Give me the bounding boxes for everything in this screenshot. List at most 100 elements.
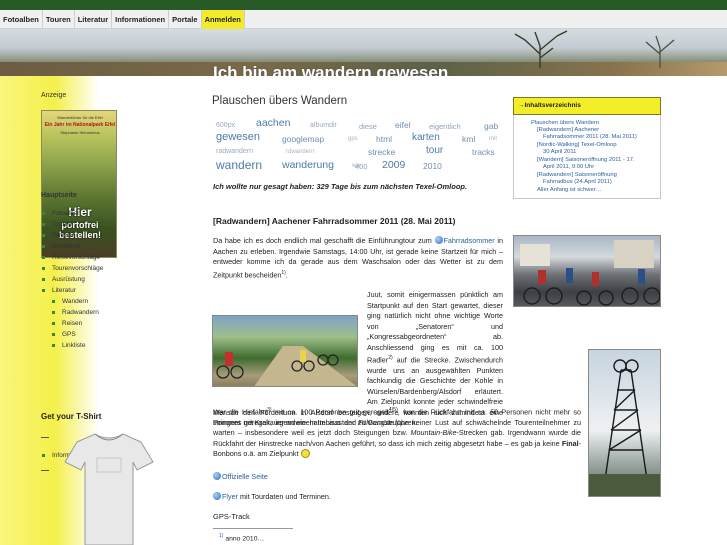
- sidebar-item-wandern[interactable]: Wandern: [41, 296, 101, 307]
- tag-cloud: 600px aachen albumdir diese eifel eigent…: [214, 117, 504, 177]
- sidebar-divider: [41, 437, 49, 438]
- tag-400[interactable]: 400: [355, 162, 368, 171]
- footnote-ref[interactable]: 1): [281, 270, 285, 276]
- nav-anmelden[interactable]: Anmelden: [201, 10, 245, 29]
- toc-item[interactable]: [Radwandern] Aachener: [537, 127, 599, 134]
- toc-item[interactable]: [Radwandern] Saisoneröffnung: [537, 172, 617, 179]
- tag-wandern[interactable]: wandern: [216, 158, 262, 172]
- bullet-icon: [42, 212, 45, 215]
- tag-eifel[interactable]: eifel: [395, 120, 411, 130]
- header-banner: Ich bin am wandern gewesen: [0, 29, 727, 76]
- sidebar-main-heading[interactable]: Hauptseite: [41, 192, 77, 199]
- bullet-icon: [42, 289, 45, 292]
- sidebar-item-linkliste[interactable]: Linkliste: [41, 340, 101, 351]
- p3-bold: Final: [561, 438, 579, 448]
- tag-2010[interactable]: 2010: [423, 161, 442, 171]
- globe-icon: [434, 236, 443, 244]
- tag-gewesen[interactable]: gewesen: [216, 131, 260, 143]
- bullet-icon: [52, 300, 55, 303]
- page-heading: Plauschen übers Wandern: [212, 95, 348, 107]
- footnote-text: anno 2010…: [225, 535, 265, 543]
- photo-spacer: [213, 310, 361, 406]
- footnote-anchor[interactable]: 1): [219, 533, 223, 539]
- footnote: 1) anno 2010…: [219, 533, 264, 542]
- toc-item-cont[interactable]: Fahrradsommer 2011 (28. Mai 2011): [543, 134, 637, 141]
- sidebar-item-literatur[interactable]: Literatur: [41, 285, 101, 296]
- bullet-icon: [52, 333, 55, 336]
- sidebar-item-tourenvorschlaege[interactable]: Tourenvorschläge: [41, 263, 103, 274]
- tag-kml[interactable]: kml: [462, 134, 475, 144]
- tag-2009[interactable]: 2009: [382, 159, 405, 171]
- banner-tree-icon: [514, 30, 568, 68]
- photo-foerderturm[interactable]: [588, 349, 661, 497]
- tag-gab[interactable]: gab: [484, 121, 498, 131]
- tag-diese[interactable]: diese: [359, 122, 377, 131]
- sidebar-nav: Fotoalben Touren Termine Rundbrief Reise…: [41, 208, 103, 351]
- tag-eigentlich[interactable]: eigentlich: [429, 122, 461, 131]
- tag-tracks[interactable]: tracks: [472, 147, 495, 157]
- nav-portale[interactable]: Portale: [169, 10, 202, 29]
- footnote-ref[interactable]: 3): [267, 407, 271, 413]
- tshirt-icon[interactable]: [63, 432, 155, 545]
- paragraph-3: War die Hinfahrt3) mit ca. 100 Personen …: [213, 405, 581, 460]
- toc-item[interactable]: [Nordic-Walking] Texel-Omloop: [537, 142, 617, 149]
- top-bar: [0, 0, 727, 10]
- nav-informationen[interactable]: Informationen: [112, 10, 170, 29]
- tag-gps[interactable]: gps: [348, 136, 358, 142]
- official-site-link[interactable]: Offizielle Seite: [222, 472, 268, 481]
- sidebar-item-gps[interactable]: GPS: [41, 329, 101, 340]
- footnote-ref[interactable]: 4)5): [389, 407, 398, 413]
- bullet-icon: [42, 278, 45, 281]
- tag-aachen[interactable]: aachen: [256, 117, 290, 129]
- tag-karten[interactable]: karten: [412, 132, 440, 143]
- toc-item[interactable]: Plauschen übers Wandern: [531, 120, 599, 127]
- tag-600px[interactable]: 600px: [216, 122, 235, 129]
- sidebar-item-ausruestung[interactable]: Ausrüstung: [41, 274, 101, 285]
- tag-albumdir[interactable]: albumdir: [310, 122, 337, 129]
- globe-icon: [213, 492, 221, 500]
- tag-mit[interactable]: mit: [489, 136, 497, 142]
- toc-panel: Plauschen übers Wandern [Radwandern] Aac…: [513, 115, 661, 199]
- photo-cyclists-start[interactable]: [513, 235, 661, 307]
- fahrradsommer-link[interactable]: Fahrradsommer: [444, 236, 495, 245]
- nav-literatur[interactable]: Literatur: [75, 10, 113, 29]
- banner-tree-icon-2: [645, 35, 675, 68]
- footnote-ref[interactable]: 2): [388, 355, 392, 361]
- bullet-icon: [52, 344, 55, 347]
- nav-touren[interactable]: Touren: [43, 10, 75, 29]
- bullet-icon: [42, 234, 45, 237]
- footnote-divider: [213, 528, 293, 529]
- toc-item-cont[interactable]: April 2011, 9:00 Uhr: [543, 164, 594, 171]
- main-nav: Fotoalben Touren Literatur Informationen…: [0, 10, 727, 29]
- sidebar-item-termine[interactable]: Termine: [41, 230, 101, 241]
- tag-wanderung[interactable]: wanderung: [282, 159, 334, 171]
- tag-radwandern[interactable]: radwandern: [216, 148, 253, 155]
- tshirt-title: Get your T-Shirt: [41, 412, 102, 421]
- tag-googlemap[interactable]: googlemap: [282, 134, 324, 144]
- sidebar-item-reisevorschlaege[interactable]: Reisevorschläge: [41, 252, 101, 263]
- sidebar-item-rundbrief[interactable]: Rundbrief: [41, 241, 101, 252]
- sidebar-item-reisen[interactable]: Reisen: [41, 318, 101, 329]
- gps-track-label: GPS-Track: [213, 512, 250, 521]
- sidebar-item-label: Wandern: [62, 298, 89, 305]
- sidebar-item-radwandern[interactable]: Radwandern: [41, 307, 101, 318]
- p2-text: Juut, somit einigermassen pünktlich am S…: [367, 290, 503, 365]
- book-subtitle: Wanderführer für die Eifel: [57, 115, 103, 120]
- nav-fotoalben[interactable]: Fotoalben: [0, 10, 43, 29]
- toc-item[interactable]: [Wandern] Saisoneröffnung 2011 - 17.: [537, 157, 635, 164]
- tag-tour[interactable]: tour: [426, 145, 443, 156]
- sidebar-item-touren[interactable]: Touren: [41, 219, 101, 230]
- toc-header[interactable]: →Inhaltsverzeichnis: [513, 97, 661, 115]
- site-title[interactable]: Ich bin am wandern gewesen: [213, 63, 448, 76]
- tag-html[interactable]: html: [376, 134, 392, 144]
- toc-item-cont[interactable]: Fahrradbus (24.April 2011): [543, 179, 612, 186]
- flyer-link[interactable]: Flyer: [222, 492, 238, 501]
- toc-item-cont[interactable]: 30 April 2011: [543, 149, 576, 156]
- tag-rdwandern[interactable]: rdwandern: [286, 149, 314, 155]
- tag-strecke[interactable]: strecke: [368, 147, 395, 157]
- bullet-icon: [42, 267, 45, 270]
- sidebar-item-fotoalben[interactable]: Fotoalben: [41, 208, 101, 219]
- toc-item[interactable]: Aller Anfang ist schwer…: [537, 187, 601, 194]
- sidebar-item-label: Touren: [52, 221, 72, 228]
- globe-icon: [213, 472, 221, 480]
